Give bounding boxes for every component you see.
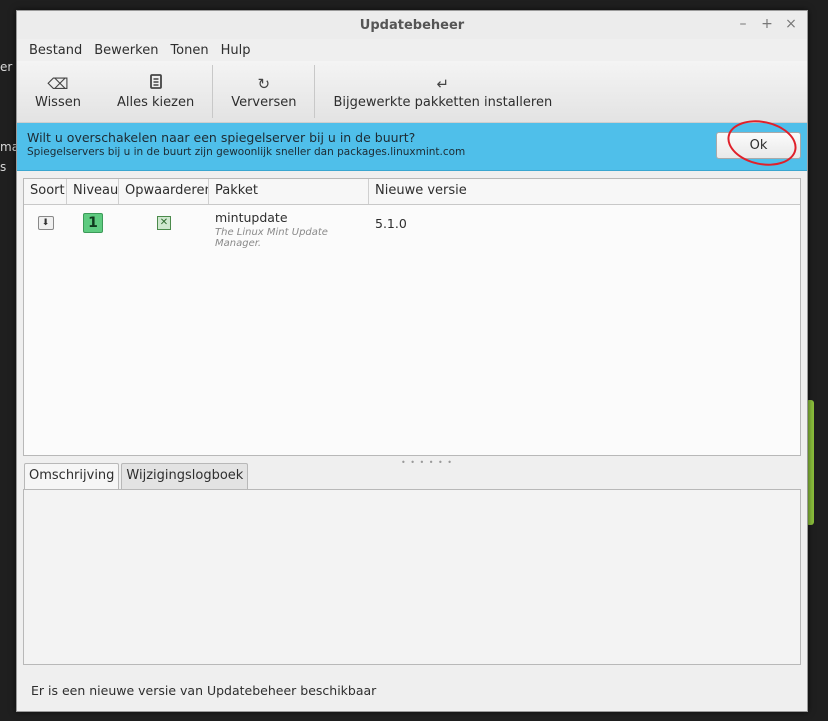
clear-button[interactable]: ⌫ Wissen [17, 61, 99, 122]
level-badge: 1 [83, 213, 103, 233]
backspace-icon: ⌫ [47, 75, 69, 93]
desktop-text-fragment: er [0, 60, 13, 74]
type-cell: ⬇ [24, 210, 67, 230]
menu-help[interactable]: Hulp [215, 43, 257, 58]
infobar-message: Wilt u overschakelen naar een spiegelser… [27, 130, 416, 145]
list-header: Soort Niveau Opwaarderen Pakket Nieuwe v… [24, 179, 800, 205]
column-header-package[interactable]: Pakket [209, 179, 369, 204]
column-header-new-version[interactable]: Nieuwe versie [369, 179, 800, 204]
document-icon [149, 73, 162, 95]
upgrade-checkbox[interactable]: ✕ [157, 216, 171, 230]
package-download-icon: ⬇ [37, 216, 54, 230]
install-updates-label: Bijgewerkte pakketten installeren [333, 95, 553, 110]
column-header-type[interactable]: Soort [24, 179, 67, 204]
new-version-cell: 5.1.0 [375, 216, 407, 231]
menu-file[interactable]: Bestand [23, 43, 88, 58]
pane-resize-handle[interactable]: • • • • • • [401, 458, 453, 467]
enter-icon: ↵ [436, 75, 450, 93]
close-button[interactable]: × [783, 16, 799, 32]
ok-button[interactable]: Ok [716, 132, 801, 159]
level-cell: 1 [67, 210, 119, 233]
refresh-icon: ↻ [257, 75, 271, 93]
refresh-label: Verversen [231, 95, 297, 110]
package-description: The Linux Mint Update Manager. [215, 227, 328, 249]
menu-edit[interactable]: Bewerken [88, 43, 164, 58]
window-controls: – + × [735, 16, 799, 32]
titlebar[interactable]: Updatebeheer – + × [17, 11, 807, 39]
upgrade-cell: ✕ [119, 210, 209, 230]
menubar: Bestand Bewerken Tonen Hulp [17, 39, 807, 61]
package-name: mintupdate [215, 210, 288, 225]
select-all-button[interactable]: Alles kiezen [99, 61, 212, 122]
package-cell: mintupdate The Linux Mint Update Manager… [209, 210, 369, 249]
install-updates-button[interactable]: ↵ Bijgewerkte pakketten installeren [315, 61, 570, 122]
desktop-text-fragment: s [0, 160, 7, 174]
column-header-upgrade[interactable]: Opwaarderen [119, 179, 209, 204]
detail-tabs: Omschrijving Wijzigingslogboek [24, 463, 250, 489]
window-title: Updatebeheer [359, 17, 465, 33]
infobar-detail: Spiegelservers bij u in de buurt zijn ge… [27, 146, 466, 158]
tab-description[interactable]: Omschrijving [24, 463, 120, 489]
tab-panel-content [23, 489, 801, 665]
clear-label: Wissen [35, 95, 81, 110]
refresh-button[interactable]: ↻ Verversen [213, 61, 314, 122]
toolbar: ⌫ Wissen Alles kiezen ↻ Verversen ↵ Bijg… [17, 61, 807, 123]
tab-changelog[interactable]: Wijzigingslogboek [121, 463, 249, 489]
mirror-infobar: Wilt u overschakelen naar een spiegelser… [17, 114, 807, 172]
update-manager-window: Updatebeheer – + × Bestand Bewerken Tone… [16, 10, 808, 712]
update-list[interactable]: Soort Niveau Opwaarderen Pakket Nieuwe v… [23, 178, 801, 456]
status-bar: Er is een nieuwe versie van Updatebeheer… [31, 683, 377, 698]
column-header-level[interactable]: Niveau [67, 179, 119, 204]
table-row[interactable]: ⬇ 1 ✕ mintupdate The Linux Mint Update M… [24, 205, 800, 249]
maximize-button[interactable]: + [759, 16, 775, 32]
menu-view[interactable]: Tonen [164, 43, 214, 58]
minimize-button[interactable]: – [735, 16, 751, 32]
select-all-label: Alles kiezen [116, 95, 195, 110]
